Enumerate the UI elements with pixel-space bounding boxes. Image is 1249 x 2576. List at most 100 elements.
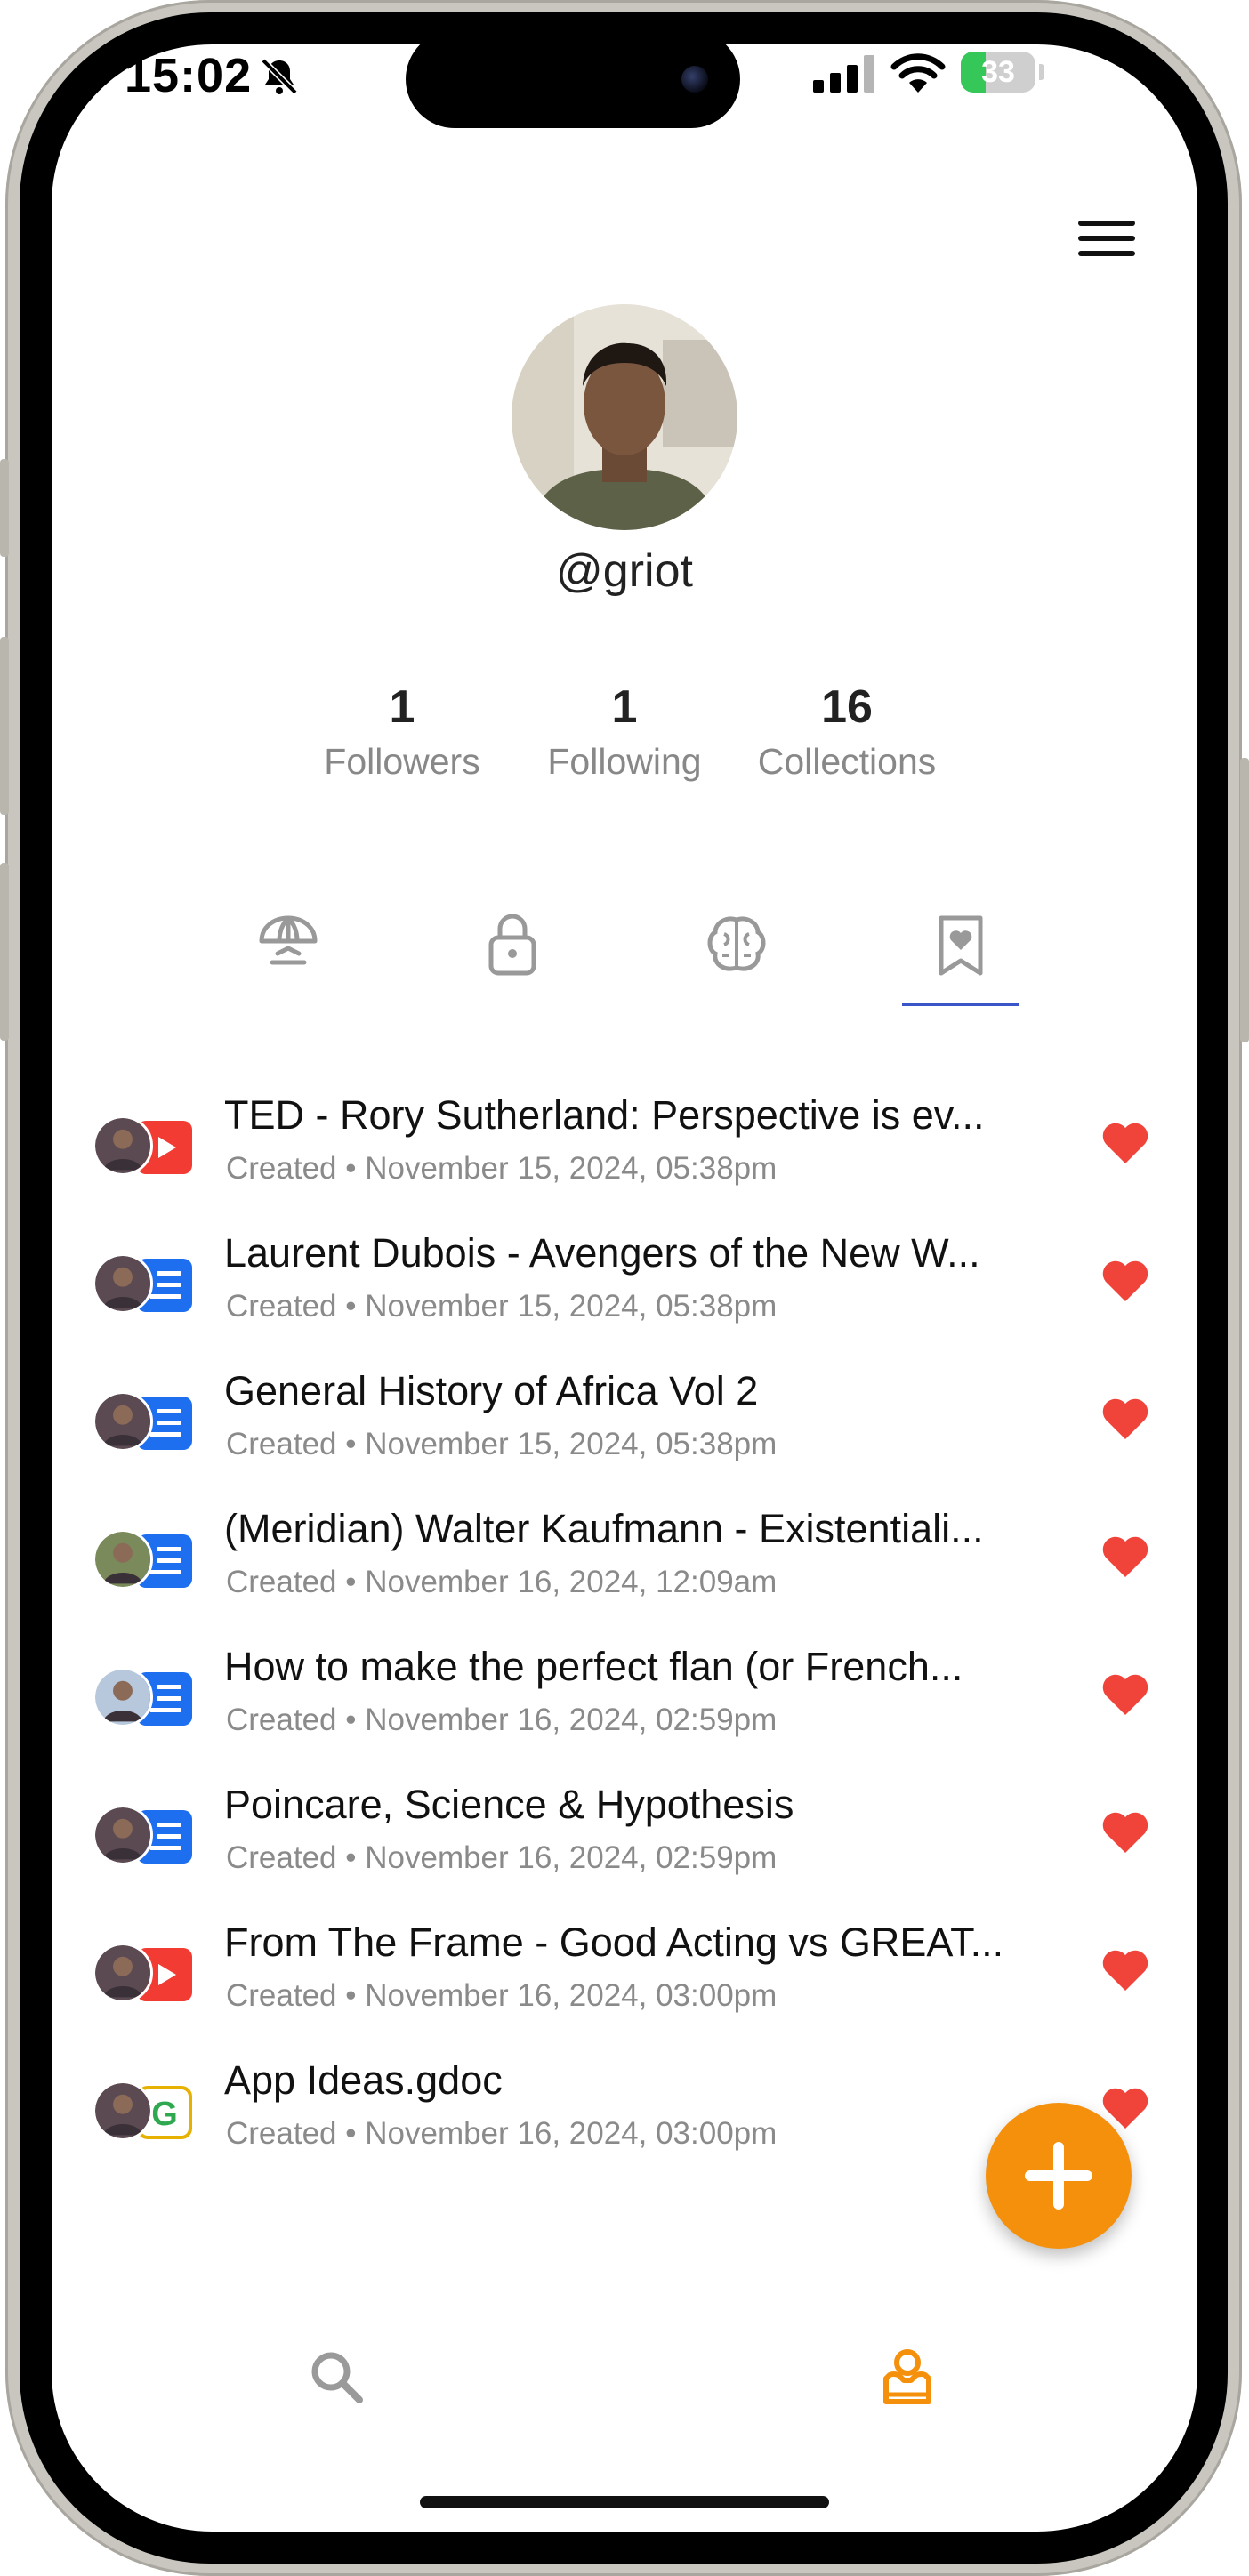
item-date: November 15, 2024, 05:38pm xyxy=(365,1289,778,1324)
meta-separator: • xyxy=(336,1151,366,1186)
meta-separator: • xyxy=(336,1703,366,1737)
meta-separator: • xyxy=(336,1840,366,1875)
item-title: Laurent Dubois - Avengers of the New W..… xyxy=(224,1230,980,1276)
heart-icon[interactable] xyxy=(1101,1397,1149,1441)
bell-muted-icon xyxy=(261,58,298,95)
item-date: November 15, 2024, 05:38pm xyxy=(365,1151,778,1186)
item-status: Created xyxy=(226,1151,337,1186)
stat-following[interactable]: 1 Following xyxy=(509,676,740,785)
heart-icon[interactable] xyxy=(1101,1672,1149,1717)
menu-icon xyxy=(1078,221,1135,226)
source-thumbnail xyxy=(89,1656,196,1727)
following-label: Following xyxy=(547,741,702,782)
source-thumbnail xyxy=(89,1794,196,1865)
nav-profile-icon[interactable] xyxy=(881,2345,934,2407)
author-avatar xyxy=(93,1529,153,1590)
add-button[interactable] xyxy=(986,2103,1132,2249)
meta-separator: • xyxy=(336,1427,366,1461)
wifi-icon xyxy=(890,53,946,93)
item-title: TED - Rory Sutherland: Perspective is ev… xyxy=(224,1092,985,1138)
device-volume-down-button xyxy=(0,863,9,1041)
item-status: Created xyxy=(226,1978,337,2013)
collections-label: Collections xyxy=(757,741,937,782)
source-thumbnail xyxy=(89,1105,196,1176)
author-avatar xyxy=(93,1667,153,1727)
following-count: 1 xyxy=(611,681,638,733)
battery-percent: 33 xyxy=(981,55,1015,89)
item-date: November 16, 2024, 03:00pm xyxy=(365,2116,778,2151)
meta-separator: • xyxy=(336,1289,366,1324)
tab-public[interactable] xyxy=(254,911,322,978)
heart-icon[interactable] xyxy=(1101,1259,1149,1303)
avatar[interactable] xyxy=(512,304,737,530)
item-status: Created xyxy=(226,1703,337,1737)
camera-icon xyxy=(681,66,708,93)
item-meta: Created • November 15, 2024, 05:38pm xyxy=(226,1151,777,1187)
item-meta: Created • November 16, 2024, 03:00pm xyxy=(226,1978,777,2014)
source-thumbnail xyxy=(89,1518,196,1590)
item-meta: Created • November 16, 2024, 12:09am xyxy=(226,1565,777,1600)
item-date: November 16, 2024, 12:09am xyxy=(365,1565,778,1599)
battery-indicator: 33 xyxy=(961,52,1044,93)
list-item[interactable]: How to make the perfect flan (or French.… xyxy=(89,1644,1156,1763)
item-status: Created xyxy=(226,1565,337,1599)
item-title: From The Frame - Good Acting vs GREAT... xyxy=(224,1920,1004,1965)
cellular-signal-icon xyxy=(813,55,874,93)
item-meta: Created • November 16, 2024, 03:00pm xyxy=(226,2116,777,2152)
list-item[interactable]: Laurent Dubois - Avengers of the New W..… xyxy=(89,1230,1156,1349)
item-date: November 16, 2024, 02:59pm xyxy=(365,1840,778,1875)
tab-private[interactable] xyxy=(479,911,546,978)
item-date: November 15, 2024, 05:38pm xyxy=(365,1427,778,1461)
heart-icon[interactable] xyxy=(1101,1121,1149,1165)
list-item[interactable]: General History of Africa Vol 2 Created •… xyxy=(89,1368,1156,1487)
tab-brain[interactable] xyxy=(703,911,770,978)
profile-username: @griot xyxy=(556,545,693,597)
heart-icon[interactable] xyxy=(1101,1948,1149,1992)
author-avatar xyxy=(93,1943,153,2003)
item-status: Created xyxy=(226,1427,337,1461)
meta-separator: • xyxy=(336,1565,366,1599)
source-thumbnail xyxy=(89,1243,196,1314)
list-item[interactable]: From The Frame - Good Acting vs GREAT...… xyxy=(89,1920,1156,2039)
item-status: Created xyxy=(226,2116,337,2151)
item-status: Created xyxy=(226,1289,337,1324)
tab-favorites[interactable] xyxy=(927,911,995,978)
stat-collections[interactable]: 16 Collections xyxy=(731,676,963,785)
author-avatar xyxy=(93,1391,153,1452)
followers-label: Followers xyxy=(324,741,480,782)
source-thumbnail xyxy=(89,1381,196,1452)
item-date: November 16, 2024, 02:59pm xyxy=(365,1703,778,1737)
item-title: Poincare, Science & Hypothesis xyxy=(224,1782,794,1827)
menu-button[interactable] xyxy=(1078,221,1135,269)
meta-separator: • xyxy=(336,1978,366,2013)
item-title: How to make the perfect flan (or French.… xyxy=(224,1644,963,1689)
device-action-button xyxy=(0,459,9,557)
item-meta: Created • November 16, 2024, 02:59pm xyxy=(226,1840,777,1876)
item-title: App Ideas.gdoc xyxy=(224,2057,503,2103)
status-time: 15:02 xyxy=(125,49,253,102)
list-item[interactable]: (Meridian) Walter Kaufmann - Existential… xyxy=(89,1506,1156,1625)
item-meta: Created • November 15, 2024, 05:38pm xyxy=(226,1289,777,1324)
nav-search-icon[interactable] xyxy=(308,2348,365,2405)
device-volume-up-button xyxy=(0,637,9,815)
dynamic-island xyxy=(406,30,740,128)
home-indicator[interactable] xyxy=(420,2496,829,2508)
item-meta: Created • November 16, 2024, 02:59pm xyxy=(226,1703,777,1738)
source-thumbnail xyxy=(89,1932,196,2003)
stat-followers[interactable]: 1 Followers xyxy=(286,676,518,785)
author-avatar xyxy=(93,2081,153,2141)
author-avatar xyxy=(93,1253,153,1314)
list-item[interactable]: TED - Rory Sutherland: Perspective is ev… xyxy=(89,1092,1156,1212)
followers-count: 1 xyxy=(389,681,415,733)
item-meta: Created • November 15, 2024, 05:38pm xyxy=(226,1427,777,1462)
author-avatar xyxy=(93,1115,153,1176)
svg-text:G: G xyxy=(151,2096,178,2133)
heart-icon[interactable] xyxy=(1101,1534,1149,1579)
collections-count: 16 xyxy=(821,681,873,733)
list-item[interactable]: Poincare, Science & Hypothesis Created • … xyxy=(89,1782,1156,1901)
item-status: Created xyxy=(226,1840,337,1875)
item-date: November 16, 2024, 03:00pm xyxy=(365,1978,778,2013)
author-avatar xyxy=(93,1805,153,1865)
heart-icon[interactable] xyxy=(1101,1810,1149,1855)
item-title: (Meridian) Walter Kaufmann - Existential… xyxy=(224,1506,984,1551)
